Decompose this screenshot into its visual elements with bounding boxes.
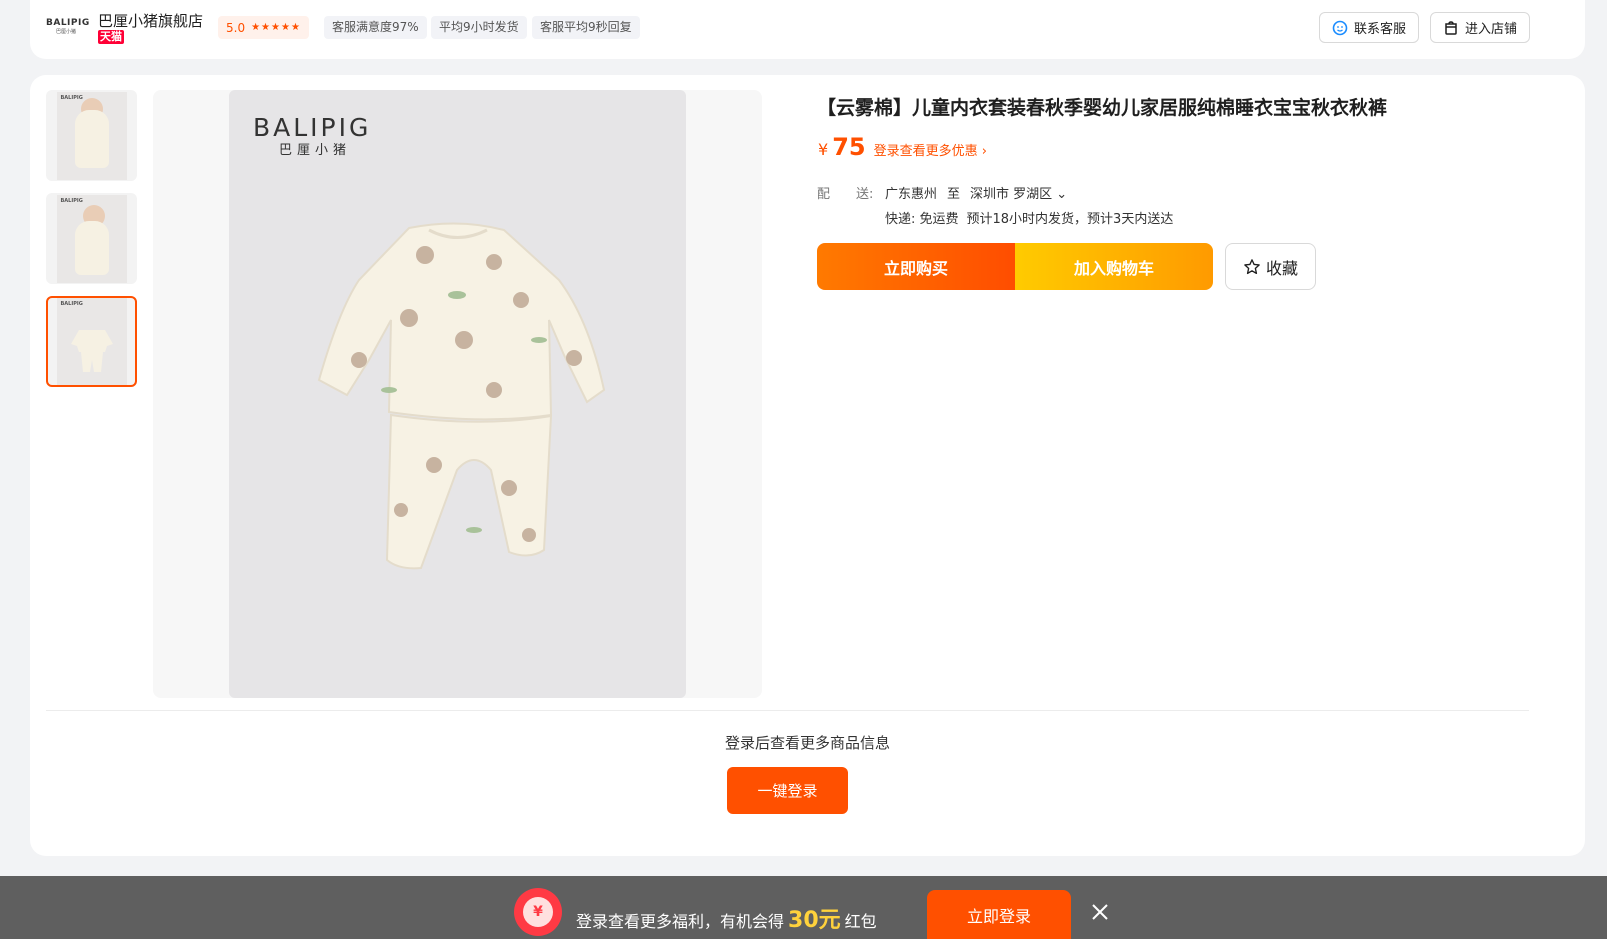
- shipping-details: 快递: 免运费 预计18小时内发货，预计3天内送达: [885, 208, 1173, 227]
- store-logo-subtext: 巴厘小猪: [55, 29, 76, 35]
- contact-service-button[interactable]: 联系客服: [1319, 12, 1420, 43]
- yuan-symbol: ¥: [523, 897, 553, 927]
- product-main-image[interactable]: BALIPIG 巴厘小猪: [229, 90, 686, 698]
- thumb-image: BALIPIG: [56, 194, 127, 283]
- login-prompt-text: 登录后查看更多商品信息: [724, 734, 890, 752]
- thumb-image: BALIPIG: [56, 298, 127, 385]
- pajama-set-illustration: [317, 222, 606, 570]
- gallery-thumb-1[interactable]: BALIPIG: [46, 90, 137, 181]
- login-for-discount-link[interactable]: 登录查看更多优惠 ›: [874, 140, 987, 159]
- product-card: BALIPIG BALIPIG BALIPIG BALIPIG 巴厘小猪 【云雾…: [30, 75, 1585, 856]
- store-icon: [1445, 20, 1457, 35]
- enter-store-label: 进入店铺: [1465, 22, 1518, 37]
- enter-store-button[interactable]: 进入店铺: [1430, 12, 1531, 43]
- gallery-thumb-2[interactable]: BALIPIG: [46, 193, 137, 284]
- gallery-thumb-3[interactable]: BALIPIG: [46, 296, 137, 387]
- star-icon: [1244, 258, 1260, 274]
- promo-login-button[interactable]: 立即登录: [927, 890, 1071, 939]
- satisfaction-pill: 客服满意度97%: [324, 16, 427, 39]
- shipping-route: 广东惠州 至 深圳市 罗湖区 ⌄: [885, 183, 1067, 202]
- ship-to-selector[interactable]: 深圳市 罗湖区 ⌄: [970, 183, 1067, 202]
- ship-from: 广东惠州: [885, 187, 938, 202]
- store-logo-text: BALIPIG: [46, 18, 90, 28]
- promo-text-before: 登录查看更多福利，有机会得: [576, 912, 785, 931]
- contact-service-label: 联系客服: [1354, 22, 1407, 37]
- promo-amount: 30元: [788, 908, 841, 933]
- promo-text-after: 红包: [844, 912, 877, 931]
- red-envelope-icon: ¥: [514, 888, 562, 936]
- favorite-button[interactable]: 收藏: [1225, 243, 1316, 290]
- store-logo[interactable]: BALIPIG 巴厘小猪: [46, 18, 90, 40]
- ship-to-word: 至: [947, 187, 961, 202]
- thumb-logo: BALIPIG: [60, 197, 83, 204]
- price-row: ¥ 75 登录查看更多优惠 ›: [818, 133, 987, 161]
- store-rating: 5.0 ★★★★★: [218, 16, 309, 39]
- favorite-label: 收藏: [1265, 258, 1298, 278]
- one-click-login-button[interactable]: 一键登录: [727, 767, 848, 814]
- thumb-image: BALIPIG: [56, 91, 127, 180]
- promo-message: 登录查看更多福利，有机会得 30元 红包: [576, 902, 877, 934]
- reply-time-pill: 客服平均9秒回复: [532, 16, 640, 39]
- price-value: 75: [832, 133, 866, 161]
- login-promo-bar: ¥ 登录查看更多福利，有机会得 30元 红包 立即登录: [0, 876, 1607, 939]
- thumb-logo: BALIPIG: [60, 94, 83, 101]
- close-icon[interactable]: [1090, 902, 1110, 922]
- product-title: 【云雾棉】儿童内衣套装春秋季婴幼儿家居服纯棉睡衣宝宝秋衣秋裤: [817, 97, 1388, 119]
- customer-service-icon: [1332, 20, 1348, 35]
- tmall-badge: 天猫: [98, 30, 124, 44]
- rating-value: 5.0: [226, 20, 246, 35]
- rating-stars-icon: ★★★★★: [251, 22, 301, 33]
- store-name[interactable]: 巴厘小猪旗舰店: [98, 10, 203, 31]
- price-currency: ¥: [818, 140, 829, 159]
- section-divider: [46, 710, 1529, 711]
- main-image-viewer: BALIPIG 巴厘小猪: [153, 90, 762, 698]
- express-fee: 快递: 免运费: [885, 212, 959, 227]
- shipping-label: 配 送:: [817, 187, 874, 202]
- store-header: BALIPIG 巴厘小猪 巴厘小猪旗舰店 天猫 5.0 ★★★★★ 客服满意度9…: [30, 0, 1585, 59]
- add-to-cart-button[interactable]: 加入购物车: [1015, 243, 1213, 290]
- delivery-estimate: 预计18小时内发货，预计3天内送达: [966, 212, 1174, 227]
- ship-time-pill: 平均9小时发货: [431, 16, 527, 39]
- buy-now-button[interactable]: 立即购买: [817, 243, 1015, 290]
